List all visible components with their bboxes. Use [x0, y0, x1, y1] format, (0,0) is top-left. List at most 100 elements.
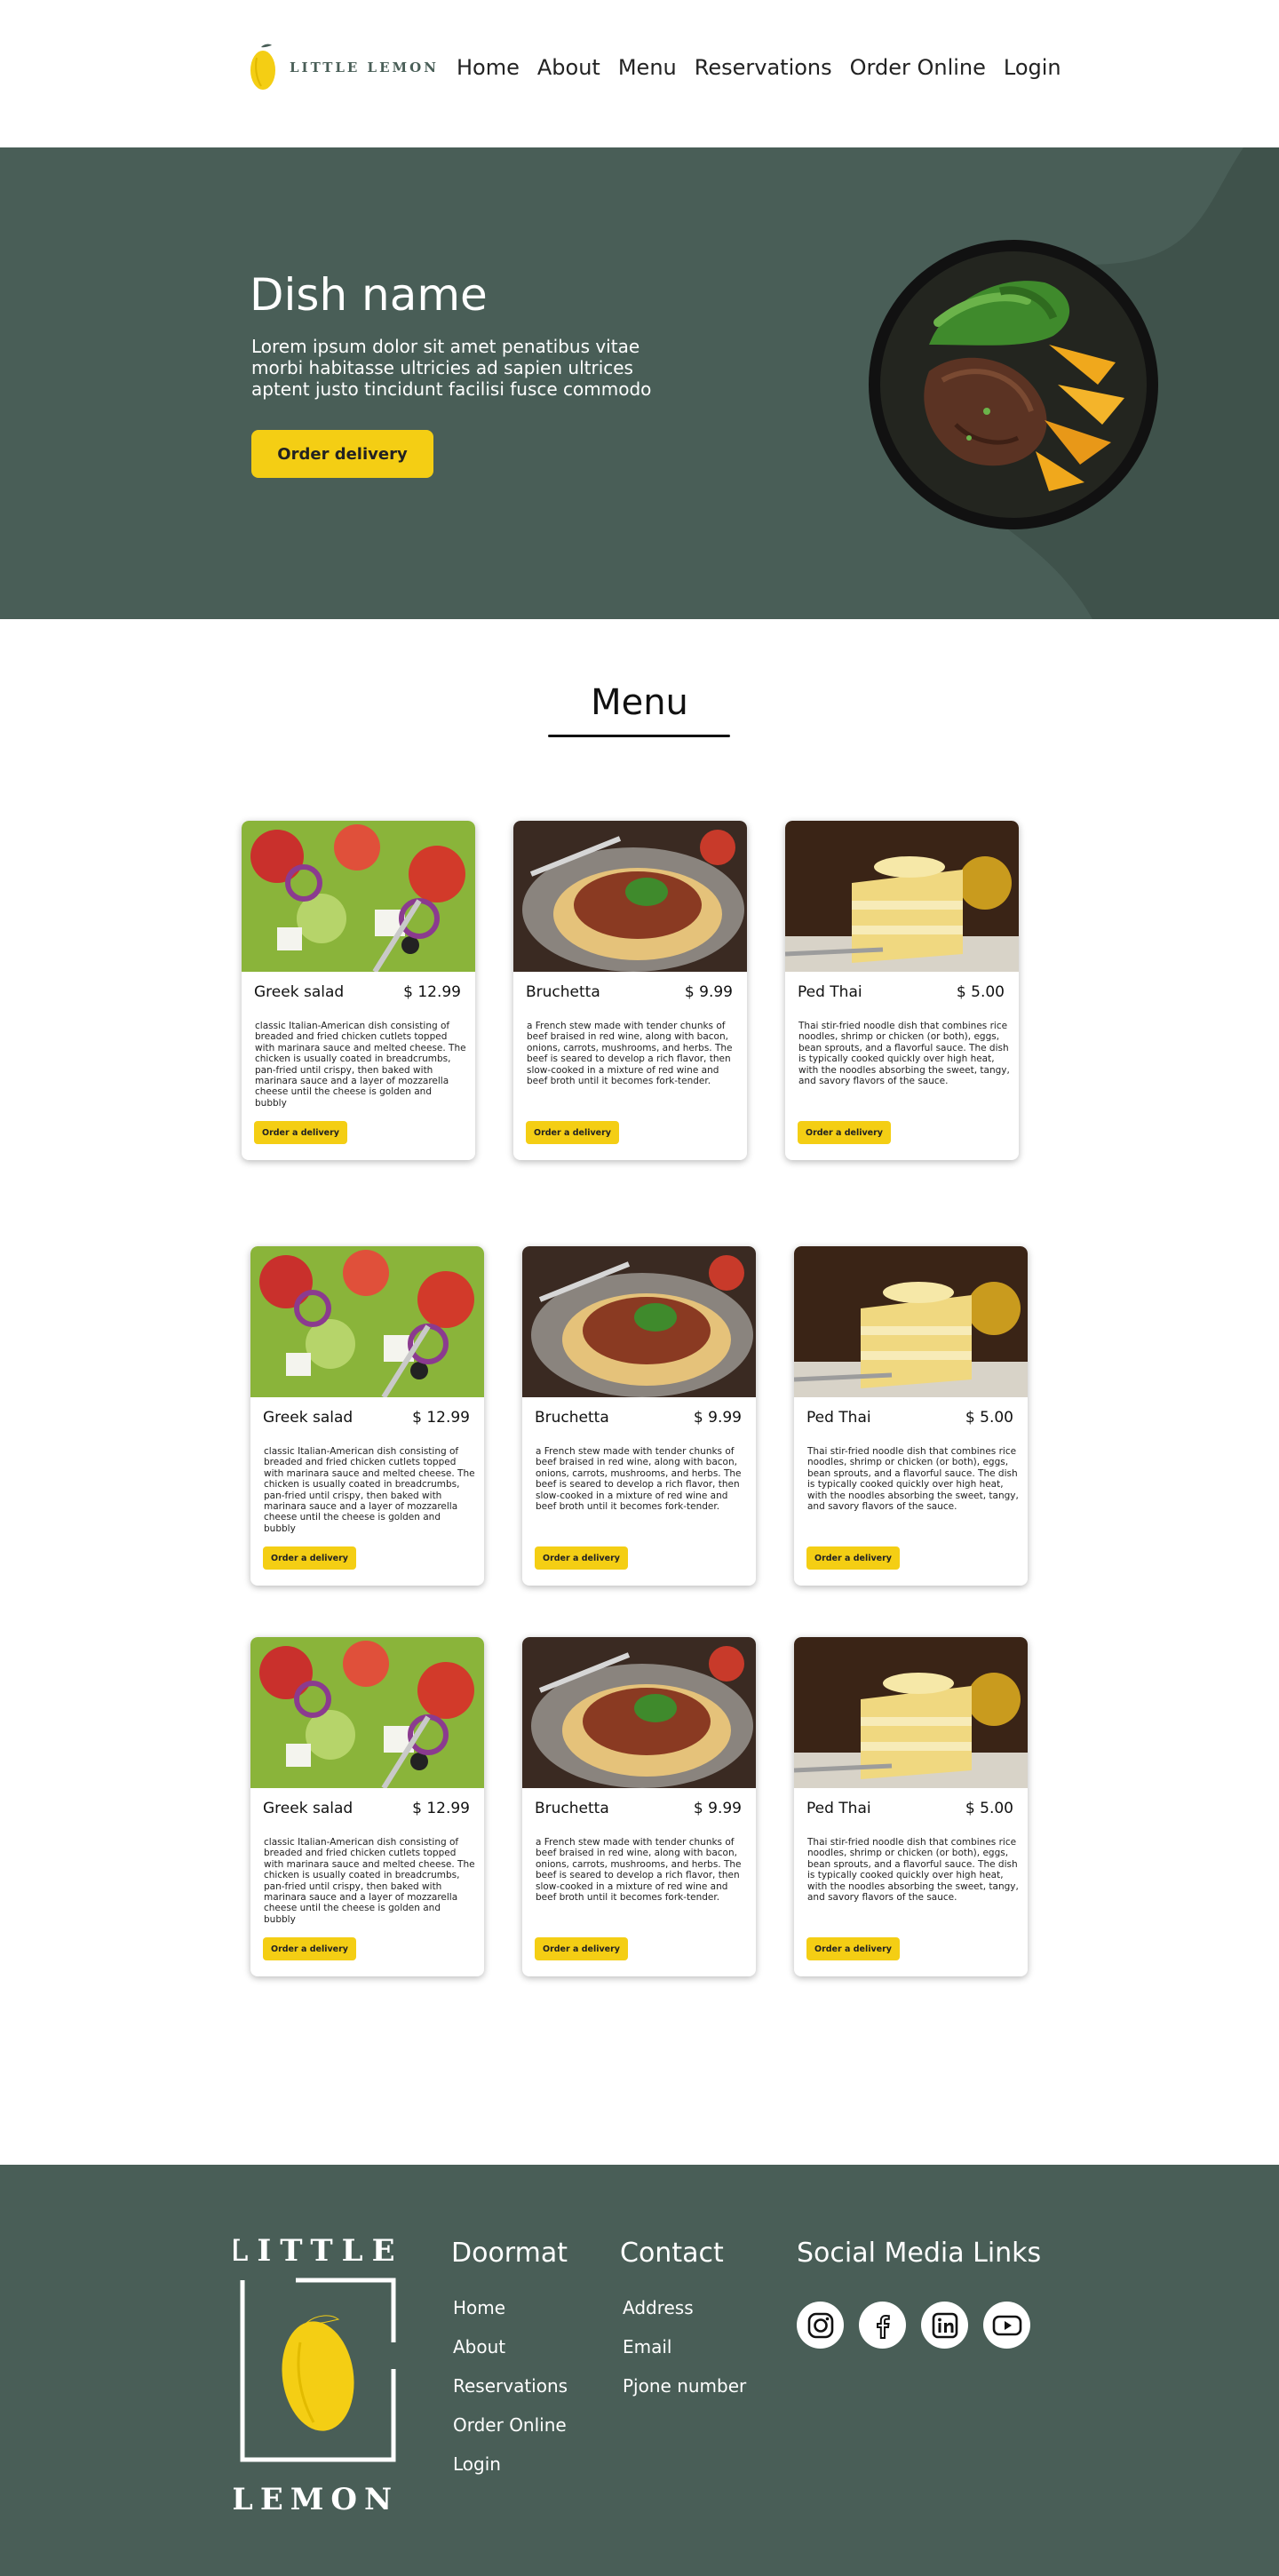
order-a-delivery-button[interactable]: Order a delivery [806, 1546, 900, 1570]
dish-description: classic Italian-American dish consisting… [255, 1021, 466, 1109]
dish-description: classic Italian-American dish consisting… [264, 1446, 475, 1534]
menu-card: Greek salad $ 12.99 classic Italian-Amer… [250, 1246, 484, 1586]
greek-salad-image [250, 1637, 484, 1788]
nav-item-reservations[interactable]: Reservations [695, 52, 832, 83]
brand-name: LITTLE LEMON [290, 60, 439, 76]
dish-description: Thai stir-fried noodle dish that combine… [798, 1021, 1010, 1087]
card-header: Ped Thai $ 5.00 [798, 983, 1005, 1001]
bruchetta-image [522, 1246, 756, 1397]
dish-price: $ 12.99 [403, 983, 461, 1001]
brand-logo[interactable]: LITTLE LEMON [249, 40, 439, 95]
hero-title: Dish name [250, 269, 488, 321]
card-header: Greek salad $ 12.99 [263, 1409, 470, 1427]
footer-logo-word-bottom: LEMON [234, 2482, 398, 2517]
order-a-delivery-button[interactable]: Order a delivery [535, 1546, 628, 1570]
facebook-icon [876, 2314, 890, 2339]
dish-name: Greek salad [263, 1409, 354, 1427]
contact-title: Contact [620, 2238, 724, 2269]
dish-name: Bruchetta [535, 1409, 609, 1427]
order-a-delivery-button[interactable]: Order a delivery [526, 1121, 619, 1144]
dish-description: a French stew made with tender chunks of… [527, 1021, 733, 1087]
dish-name: Bruchetta [535, 1800, 609, 1817]
menu-card: Greek salad $ 12.99 classic Italian-Amer… [242, 821, 475, 1160]
contact-phone[interactable]: Pjone number [623, 2373, 746, 2413]
menu-heading: Menu [591, 682, 688, 723]
order-a-delivery-button[interactable]: Order a delivery [798, 1121, 891, 1144]
dish-price: $ 5.00 [965, 1800, 1013, 1817]
nav-item-menu[interactable]: Menu [618, 52, 677, 83]
bruchetta-image [513, 821, 747, 972]
linkedin-link[interactable] [921, 2302, 968, 2349]
nav-item-about[interactable]: About [537, 52, 600, 83]
footer-link-order-online[interactable]: Order Online [453, 2413, 568, 2452]
footer-link-reservations[interactable]: Reservations [453, 2373, 568, 2413]
footer-logo-word-top: LITTLE [234, 2233, 398, 2269]
bruchetta-image [522, 1637, 756, 1788]
contact-links: Address Email Pjone number [623, 2295, 746, 2413]
ped-thai-image [794, 1246, 1028, 1397]
dish-description: a French stew made with tender chunks of… [536, 1446, 742, 1513]
dish-price: $ 12.99 [412, 1409, 470, 1427]
dish-name: Bruchetta [526, 983, 600, 1001]
dish-description: classic Italian-American dish consisting… [264, 1837, 475, 1925]
hero-section: Dish name Lorem ipsum dolor sit amet pen… [0, 147, 1279, 619]
dish-name: Greek salad [254, 983, 345, 1001]
dish-price: $ 9.99 [693, 1409, 742, 1427]
linkedin-icon [932, 2312, 957, 2338]
menu-heading-underline [548, 735, 730, 737]
card-header: Bruchetta $ 9.99 [535, 1800, 742, 1817]
order-a-delivery-button[interactable]: Order a delivery [254, 1121, 347, 1144]
ped-thai-image [794, 1637, 1028, 1788]
youtube-icon [992, 2315, 1021, 2335]
main-nav: Home About Menu Reservations Order Onlin… [457, 52, 1061, 83]
site-footer: LITTLE LEMON Doormat Home About Reservat… [0, 2165, 1279, 2576]
greek-salad-image [250, 1246, 484, 1397]
hero-description: Lorem ipsum dolor sit amet penatibus vit… [251, 336, 652, 400]
dish-description: Thai stir-fried noodle dish that combine… [807, 1446, 1019, 1513]
nav-item-login[interactable]: Login [1004, 52, 1061, 83]
nav-item-home[interactable]: Home [457, 52, 520, 83]
menu-card: Ped Thai $ 5.00 Thai stir-fried noodle d… [794, 1637, 1028, 1976]
doormat-links: Home About Reservations Order Online Log… [453, 2295, 568, 2491]
contact-address[interactable]: Address [623, 2295, 746, 2334]
youtube-link[interactable] [983, 2302, 1030, 2349]
card-header: Bruchetta $ 9.99 [535, 1409, 742, 1427]
instagram-icon [807, 2312, 833, 2338]
dish-description: Thai stir-fried noodle dish that combine… [807, 1837, 1019, 1904]
order-a-delivery-button[interactable]: Order a delivery [806, 1937, 900, 1960]
order-delivery-button[interactable]: Order delivery [251, 430, 433, 478]
lemon-icon [250, 44, 275, 90]
order-a-delivery-button[interactable]: Order a delivery [535, 1937, 628, 1960]
social-links-title: Social Media Links [797, 2238, 1042, 2269]
dish-name: Ped Thai [806, 1800, 871, 1817]
nav-item-order-online[interactable]: Order Online [850, 52, 986, 83]
card-header: Ped Thai $ 5.00 [806, 1800, 1013, 1817]
menu-card: Ped Thai $ 5.00 Thai stir-fried noodle d… [785, 821, 1019, 1160]
card-header: Bruchetta $ 9.99 [526, 983, 733, 1001]
site-header: LITTLE LEMON Home About Menu Reservation… [0, 0, 1279, 147]
greek-salad-image [242, 821, 475, 972]
order-a-delivery-button[interactable]: Order a delivery [263, 1937, 356, 1960]
footer-link-login[interactable]: Login [453, 2452, 568, 2491]
card-header: Greek salad $ 12.99 [263, 1800, 470, 1817]
dish-description: a French stew made with tender chunks of… [536, 1837, 742, 1904]
hero-dish-image [869, 240, 1158, 529]
menu-card: Bruchetta $ 9.99 a French stew made with… [522, 1637, 756, 1976]
card-header: Ped Thai $ 5.00 [806, 1409, 1013, 1427]
doormat-title: Doormat [451, 2238, 568, 2269]
menu-card: Greek salad $ 12.99 classic Italian-Amer… [250, 1637, 484, 1976]
dish-price: $ 5.00 [965, 1409, 1013, 1427]
footer-link-about[interactable]: About [453, 2334, 568, 2373]
dish-name: Ped Thai [806, 1409, 871, 1427]
dish-price: $ 12.99 [412, 1800, 470, 1817]
contact-email[interactable]: Email [623, 2334, 746, 2373]
social-links [797, 2302, 1030, 2349]
footer-logo[interactable]: LITTLE LEMON [234, 2227, 398, 2520]
footer-link-home[interactable]: Home [453, 2295, 568, 2334]
instagram-link[interactable] [797, 2302, 844, 2349]
card-header: Greek salad $ 12.99 [254, 983, 461, 1001]
facebook-link[interactable] [859, 2302, 906, 2349]
dish-price: $ 9.99 [693, 1800, 742, 1817]
dish-name: Ped Thai [798, 983, 862, 1001]
order-a-delivery-button[interactable]: Order a delivery [263, 1546, 356, 1570]
